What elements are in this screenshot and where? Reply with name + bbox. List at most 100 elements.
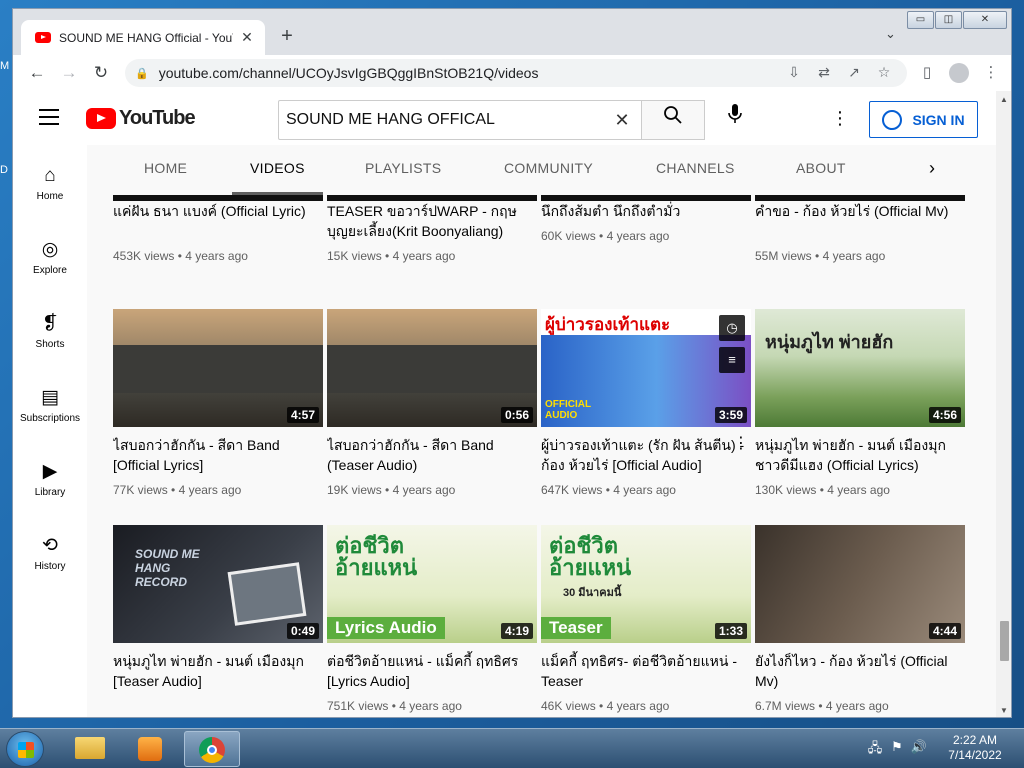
scroll-up-arrow-icon[interactable]: ▲ xyxy=(1000,95,1008,104)
clear-search-icon[interactable]: ✕ xyxy=(603,110,641,131)
window-controls: ▭ ◫ ✕ xyxy=(906,11,1007,29)
restore-button[interactable]: ◫ xyxy=(935,11,962,29)
browser-menu-icon[interactable]: ⋮ xyxy=(975,61,1007,85)
video-card[interactable]: คำขอ - ก้อง ห้วยไร่ (Official Mv) 55M vi… xyxy=(755,195,965,263)
guide-item-subscriptions[interactable]: ▤ Subscriptions xyxy=(13,385,87,424)
video-thumbnail[interactable]: หนุ่มภูไท พ่ายฮัก 4:56 xyxy=(755,309,965,427)
tab-strip: SOUND ME HANG Official - YouT ✕ + ⌄ ▭ ◫ … xyxy=(13,9,1011,55)
video-title[interactable]: หนุ่มภูไท พ่ายฮัก - มนต์ เมืองมุก ชาวดีม… xyxy=(755,435,965,475)
video-card[interactable]: หนุ่มภูไท พ่ายฮัก 4:56 หนุ่มภูไท พ่ายฮัก… xyxy=(755,309,965,497)
translate-icon[interactable]: ⇄ xyxy=(809,64,839,81)
video-card[interactable]: ต่อชีวิต อ้ายแหน่ 30 มีนาคมนี้ Teaser 1:… xyxy=(541,525,751,713)
video-card[interactable]: 0:56 ไสบอกว่าฮักกัน - สีดา Band (Teaser … xyxy=(327,309,537,497)
sign-in-button[interactable]: SIGN IN xyxy=(869,101,978,138)
bookmark-star-icon[interactable]: ☆ xyxy=(869,64,899,81)
close-tab-icon[interactable]: ✕ xyxy=(239,29,255,46)
youtube-logo[interactable]: YouTube xyxy=(86,107,196,130)
search-input[interactable]: SOUND ME HANG OFFICAL xyxy=(286,111,603,129)
video-action-menu-icon[interactable]: ⋮ xyxy=(733,433,749,453)
guide-item-home[interactable]: ⌂ Home xyxy=(13,163,87,202)
video-age: 4 years ago xyxy=(178,483,242,497)
video-card[interactable]: SOUND ME HANG RECORD 0:49 หนุ่มภูไท พ่าย… xyxy=(113,525,323,691)
forward-button[interactable]: → xyxy=(57,61,81,85)
tab-channels[interactable]: CHANNELS xyxy=(656,145,735,195)
video-thumbnail[interactable]: ต่อชีวิต อ้ายแหน่ Lyrics Audio 4:19 xyxy=(327,525,537,643)
video-thumbnail[interactable]: SOUND ME HANG RECORD 0:49 xyxy=(113,525,323,643)
video-card[interactable]: 4:57 ไสบอกว่าฮักกัน - สีดา Band [Officia… xyxy=(113,309,323,497)
video-card[interactable]: ผู้บ่าวรองเท้าแตะ OFFICIAL AUDIO ◷ ≡ 3:5… xyxy=(541,309,751,497)
scroll-down-arrow-icon[interactable]: ▼ xyxy=(1000,706,1008,715)
video-title[interactable]: หนุ่มภูไท พ่ายฮัก - มนต์ เมืองมุก [Tease… xyxy=(113,651,323,691)
video-title[interactable]: ต่อชีวิตอ้ายแหน่ - แม็คกี้ ฤทธิศร [Lyric… xyxy=(327,651,537,691)
video-meta: 60K views • 4 years ago xyxy=(541,229,670,243)
tab-about[interactable]: ABOUT xyxy=(796,145,846,195)
video-thumbnail[interactable]: 0:56 xyxy=(327,309,537,427)
guide-item-library[interactable]: ▶ Library xyxy=(13,459,87,498)
side-panel-icon[interactable]: ▯ xyxy=(911,61,943,85)
guide-menu-icon[interactable] xyxy=(39,109,59,130)
video-title[interactable]: ไสบอกว่าฮักกัน - สีดา Band (Teaser Audio… xyxy=(327,435,537,475)
tab-community[interactable]: COMMUNITY xyxy=(504,145,593,195)
thumbnail-subtitle: 30 มีนาคมนี้ xyxy=(563,587,622,599)
video-title[interactable]: แม็คกี้ ฤทธิศร- ต่อชีวิตอ้ายแหน่ - Tease… xyxy=(541,651,751,691)
video-card[interactable]: TEASER ขอวาร์ปWARP - กฤษ บุญยะเลี้ยง(Kri… xyxy=(327,195,537,263)
video-title[interactable]: แค่ฝัน ธนา แบงค์ (Official Lyric) xyxy=(113,201,323,241)
video-card[interactable]: นึกถึงส้มตำ นึกถึงตำมั่ว 60K views • 4 y… xyxy=(541,195,751,243)
taskbar-clock[interactable]: 2:22 AM 7/14/2022 xyxy=(940,733,1010,763)
minimize-button[interactable]: ▭ xyxy=(907,11,934,29)
scrollbar-thumb[interactable] xyxy=(1000,621,1009,661)
video-card[interactable]: ต่อชีวิต อ้ายแหน่ Lyrics Audio 4:19 ต่อช… xyxy=(327,525,537,713)
video-views: 46K views xyxy=(541,699,596,713)
search-box[interactable]: SOUND ME HANG OFFICAL ✕ xyxy=(278,100,642,140)
video-duration: 4:44 xyxy=(928,623,961,639)
new-tab-button[interactable]: + xyxy=(275,25,299,48)
video-title[interactable]: ยังไงก็ไหว - ก้อง ห้วยไร่ (Official Mv) xyxy=(755,651,965,691)
tab-home[interactable]: HOME xyxy=(144,145,187,195)
lock-icon[interactable]: 🔒 xyxy=(135,67,149,80)
video-title[interactable]: คำขอ - ก้อง ห้วยไร่ (Official Mv) xyxy=(755,201,965,241)
video-card[interactable]: 4:44 ยังไงก็ไหว - ก้อง ห้วยไร่ (Official… xyxy=(755,525,965,713)
video-card[interactable]: แค่ฝัน ธนา แบงค์ (Official Lyric) 453K v… xyxy=(113,195,323,263)
search-button[interactable] xyxy=(641,100,705,140)
video-thumbnail[interactable]: ต่อชีวิต อ้ายแหน่ 30 มีนาคมนี้ Teaser 1:… xyxy=(541,525,751,643)
tab-search-button[interactable]: ⌄ xyxy=(885,26,896,42)
watch-later-icon[interactable]: ◷ xyxy=(719,315,745,341)
page-scrollbar[interactable]: ▲ ▼ xyxy=(996,91,1011,717)
guide-item-shorts[interactable]: ❡ Shorts xyxy=(13,311,87,350)
tab-playlists[interactable]: PLAYLISTS xyxy=(365,145,441,195)
video-thumbnail[interactable]: ผู้บ่าวรองเท้าแตะ OFFICIAL AUDIO ◷ ≡ 3:5… xyxy=(541,309,751,427)
video-title[interactable]: TEASER ขอวาร์ปWARP - กฤษ บุญยะเลี้ยง(Kri… xyxy=(327,201,537,241)
back-button[interactable]: ← xyxy=(25,61,49,85)
settings-menu-icon[interactable]: ⋮ xyxy=(831,108,849,129)
share-icon[interactable]: ↗ xyxy=(839,64,869,81)
chevron-right-icon[interactable]: › xyxy=(929,158,935,179)
taskbar-explorer[interactable] xyxy=(62,731,118,767)
reload-button[interactable]: ↻ xyxy=(89,61,113,85)
video-title[interactable]: ไสบอกว่าฮักกัน - สีดา Band [Official Lyr… xyxy=(113,435,323,475)
video-meta: 77K views • 4 years ago xyxy=(113,483,242,497)
action-center-icon[interactable]: ⚑ xyxy=(886,739,908,761)
tab-videos[interactable]: VIDEOS xyxy=(232,145,323,195)
browser-tab-youtube[interactable]: SOUND ME HANG Official - YouT ✕ xyxy=(21,20,265,55)
install-app-icon[interactable]: ⇩ xyxy=(779,64,809,81)
video-thumbnail[interactable]: 4:44 xyxy=(755,525,965,643)
guide-item-explore[interactable]: ◎ Explore xyxy=(13,237,87,276)
video-age: 4 years ago xyxy=(392,249,456,263)
start-button[interactable] xyxy=(6,731,44,767)
volume-icon[interactable]: 🔊 xyxy=(908,739,930,761)
video-thumbnail[interactable]: 4:57 xyxy=(113,309,323,427)
voice-search-button[interactable] xyxy=(719,104,751,136)
taskbar-media-player[interactable] xyxy=(122,731,178,767)
thumbnail-badge: Lyrics Audio xyxy=(327,617,445,639)
profile-icon[interactable] xyxy=(943,61,975,85)
add-to-queue-icon[interactable]: ≡ xyxy=(719,347,745,373)
home-icon: ⌂ xyxy=(44,165,56,186)
network-icon[interactable]: 🖧 xyxy=(864,739,886,761)
video-duration: 4:57 xyxy=(286,407,319,423)
guide-item-history[interactable]: ⟲ History xyxy=(13,533,87,572)
address-bar[interactable]: 🔒 youtube.com/channel/UCOyJsvIgGBQggIBnS… xyxy=(125,59,907,87)
address-url[interactable]: youtube.com/channel/UCOyJsvIgGBQggIBnStO… xyxy=(159,65,539,81)
taskbar-chrome[interactable] xyxy=(184,731,240,767)
video-title[interactable]: ผู้บ่าวรองเท้าแตะ (รัก ฝัน ส้นตีน) - ก้อ… xyxy=(541,435,751,475)
close-window-button[interactable]: ✕ xyxy=(963,11,1007,29)
